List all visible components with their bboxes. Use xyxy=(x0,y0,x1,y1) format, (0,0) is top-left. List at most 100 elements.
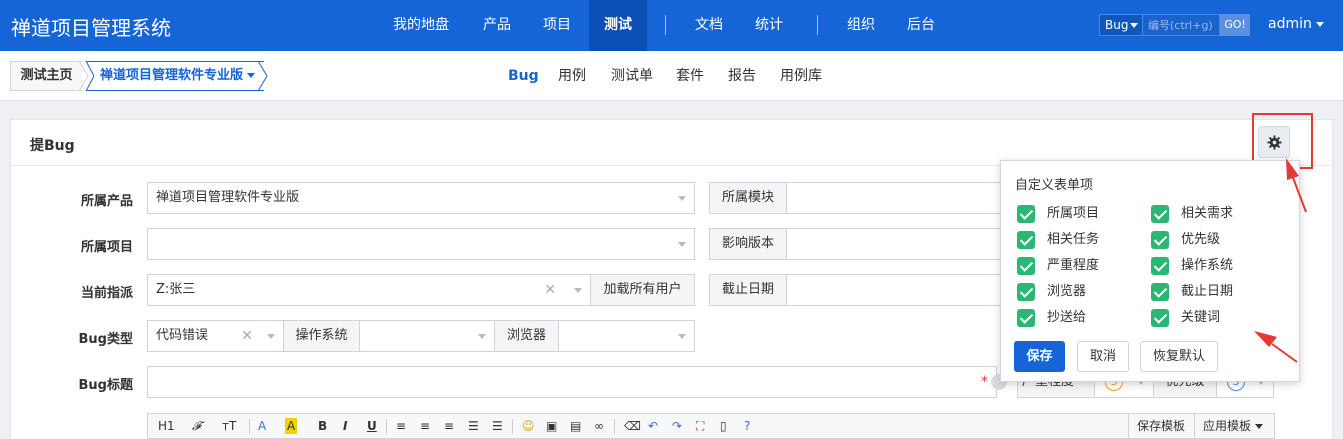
breadcrumb-start-icon xyxy=(85,61,94,91)
product-select[interactable]: 禅道项目管理软件专业版 xyxy=(147,182,695,214)
highlight-tool[interactable]: A xyxy=(285,418,298,434)
os-select[interactable] xyxy=(359,320,495,352)
toolbar-divider xyxy=(512,419,513,434)
apply-template-button[interactable]: 应用模板 xyxy=(1194,414,1271,438)
chevron-down-icon xyxy=(678,242,686,247)
project-label: 所属项目 xyxy=(80,240,133,255)
subnav-caselib[interactable]: 用例库 xyxy=(780,51,822,101)
nav-my[interactable]: 我的地盘 xyxy=(393,0,449,51)
breadcrumb-end-icon xyxy=(258,61,268,91)
browser-label: 浏览器 xyxy=(494,320,559,352)
nav-admin[interactable]: 后台 xyxy=(907,0,935,51)
nav-doc[interactable]: 文档 xyxy=(695,0,723,51)
chevron-down-icon xyxy=(1130,23,1138,28)
nav-report[interactable]: 统计 xyxy=(755,0,783,51)
subnav-report[interactable]: 报告 xyxy=(728,51,756,101)
breadcrumb-home[interactable]: 测试主页 xyxy=(10,61,82,91)
chevron-down-icon xyxy=(574,288,582,293)
help-icon[interactable]: ? xyxy=(744,418,750,434)
chevron-down-icon xyxy=(678,196,686,201)
load-all-users-button[interactable]: 加载所有用户 xyxy=(590,274,695,306)
user-menu[interactable]: admin xyxy=(1268,16,1324,32)
product-label: 所属产品 xyxy=(80,194,133,209)
check-icon xyxy=(1017,309,1035,327)
code-icon[interactable]: ▤ xyxy=(570,418,581,434)
build-label: 影响版本 xyxy=(709,228,787,260)
assign-value: Z:张三 xyxy=(156,282,196,297)
font-color-tool[interactable]: A xyxy=(258,418,266,434)
clear-icon[interactable]: ✕ xyxy=(241,321,253,351)
popup-save-button[interactable]: 保存 xyxy=(1014,341,1065,372)
chevron-down-icon xyxy=(267,334,275,339)
font-family-tool[interactable]: 𝓕 xyxy=(192,418,201,434)
app-title[interactable]: 禅道项目管理系统 xyxy=(11,12,171,41)
nav-company[interactable]: 组织 xyxy=(847,0,875,51)
bug-title-label: Bug标题 xyxy=(78,378,133,393)
subnav-case[interactable]: 用例 xyxy=(558,51,586,101)
heading-tool[interactable]: H1 xyxy=(158,418,175,434)
italic-tool[interactable]: I xyxy=(343,418,347,434)
nav-product[interactable]: 产品 xyxy=(483,0,511,51)
toolbar-divider xyxy=(614,419,615,434)
bug-type-select[interactable]: 代码错误 ✕ xyxy=(147,320,284,352)
popup-reset-button[interactable]: 恢复默认 xyxy=(1140,341,1218,372)
bug-type-value: 代码错误 xyxy=(156,328,209,343)
fullscreen-icon[interactable]: ⛶ xyxy=(696,418,704,434)
check-icon xyxy=(1151,231,1169,249)
chevron-down-icon xyxy=(247,73,256,78)
undo-icon[interactable]: ↶ xyxy=(648,418,658,434)
browser-select[interactable] xyxy=(558,320,695,352)
module-select[interactable] xyxy=(786,182,1006,214)
search-input[interactable] xyxy=(1143,14,1220,36)
breadcrumb-product-label: 禅道项目管理软件专业版 xyxy=(100,68,244,83)
breadcrumb-product[interactable]: 禅道项目管理软件专业版 xyxy=(86,61,264,91)
go-button[interactable]: GO! xyxy=(1220,14,1250,36)
nav-divider xyxy=(665,15,666,35)
os-label: 操作系统 xyxy=(283,320,360,352)
top-navbar: 禅道项目管理系统 我的地盘 产品 项目 测试 文档 统计 组织 后台 Bug G… xyxy=(0,0,1343,51)
chevron-down-icon xyxy=(1254,424,1263,429)
underline-tool[interactable]: U xyxy=(367,418,377,434)
search-type-select[interactable]: Bug xyxy=(1099,14,1143,36)
nav-test[interactable]: 测试 xyxy=(589,0,647,51)
required-star-icon: * xyxy=(981,374,988,390)
panel-title: 提Bug xyxy=(30,138,75,154)
popup-title: 自定义表单项 xyxy=(1015,178,1094,193)
check-icon xyxy=(1151,309,1169,327)
project-select[interactable] xyxy=(147,228,695,260)
redo-icon[interactable]: ↷ xyxy=(672,418,682,434)
font-size-tool[interactable]: тT xyxy=(222,418,236,434)
link-icon[interactable]: ∞ xyxy=(594,418,604,434)
chevron-down-icon xyxy=(1315,21,1324,27)
ordered-list-icon[interactable]: ☰ xyxy=(468,418,479,434)
deadline-input[interactable] xyxy=(786,274,1006,306)
image-icon[interactable]: ▣ xyxy=(546,418,557,434)
bug-title-input[interactable] xyxy=(147,366,997,398)
align-center-icon[interactable]: ≡ xyxy=(420,418,430,434)
chevron-down-icon xyxy=(478,334,486,339)
search-type-label: Bug xyxy=(1105,18,1129,32)
subnav-testtask[interactable]: 测试单 xyxy=(611,51,653,101)
emoticon-icon[interactable]: ☺ xyxy=(522,418,535,434)
bold-tool[interactable]: B xyxy=(318,418,327,434)
toolbar-divider xyxy=(386,419,387,434)
assign-select[interactable]: Z:张三 ✕ xyxy=(147,274,591,306)
editor-toolbar: H1 𝓕 тT A A B I U ≡ ≡ ≡ ☰ ☰ ☺ ▣ ▤ ∞ ⌫ ↶ … xyxy=(147,413,1275,439)
build-select[interactable] xyxy=(786,228,1006,260)
popup-cancel-button[interactable]: 取消 xyxy=(1077,341,1129,372)
unordered-list-icon[interactable]: ☰ xyxy=(492,418,503,434)
apply-template-label: 应用模板 xyxy=(1203,419,1252,433)
bug-type-label: Bug类型 xyxy=(78,332,133,347)
eraser-icon[interactable]: ⌫ xyxy=(624,418,641,434)
align-left-icon[interactable]: ≡ xyxy=(396,418,406,434)
clear-icon[interactable]: ✕ xyxy=(544,275,556,305)
align-right-icon[interactable]: ≡ xyxy=(444,418,454,434)
chevron-down-icon xyxy=(678,334,686,339)
check-icon xyxy=(1151,205,1169,223)
source-icon[interactable]: ▯ xyxy=(720,418,727,434)
save-template-button[interactable]: 保存模板 xyxy=(1128,414,1193,438)
subnav-bug[interactable]: Bug xyxy=(508,51,539,101)
subnav-suite[interactable]: 套件 xyxy=(676,51,704,101)
nav-project[interactable]: 项目 xyxy=(543,0,571,51)
nav-divider xyxy=(817,15,818,35)
